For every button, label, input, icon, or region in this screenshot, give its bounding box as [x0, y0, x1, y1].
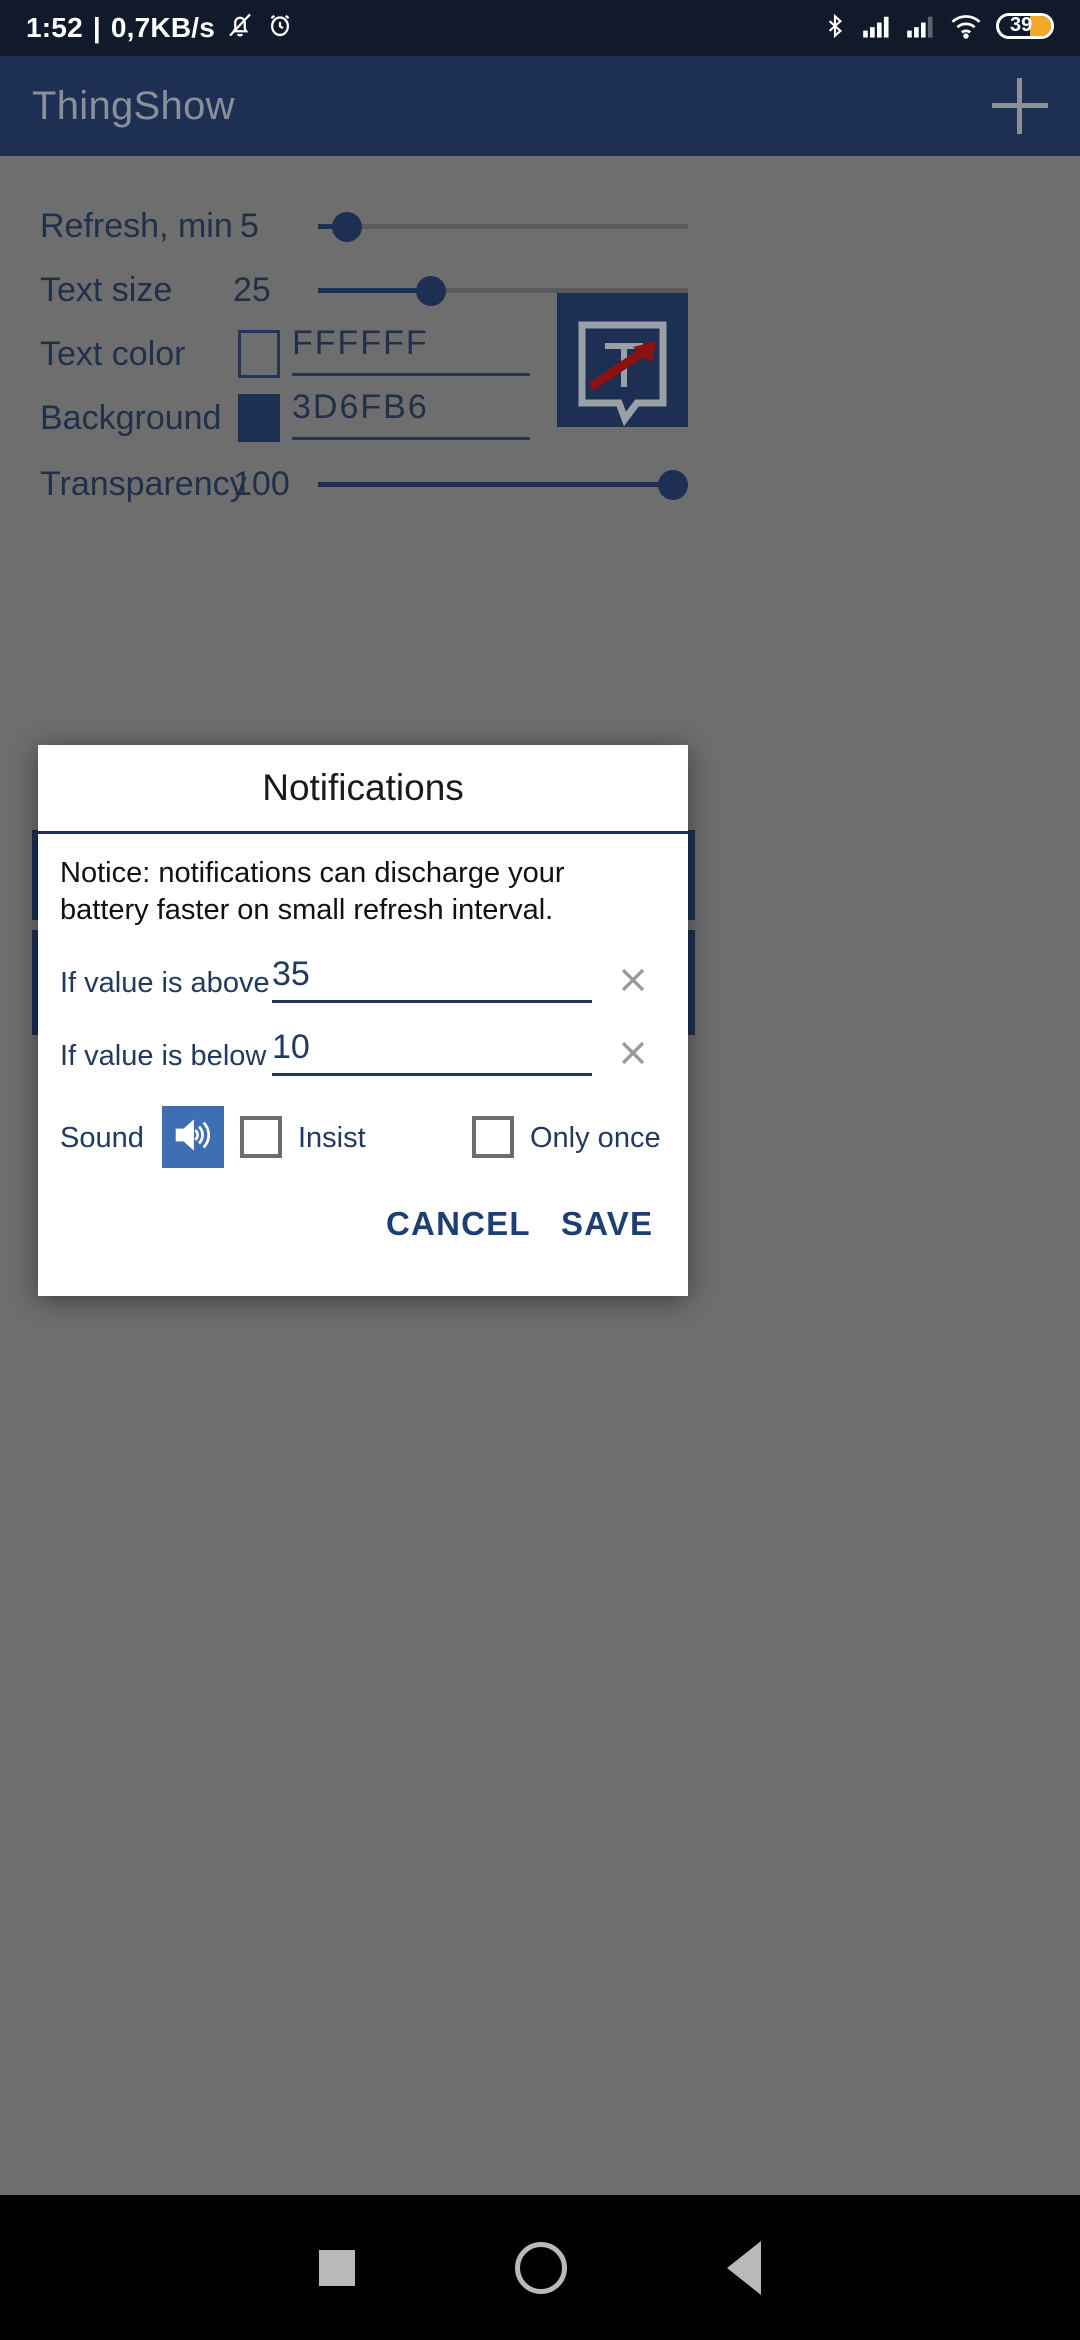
clear-icon[interactable] [616, 1036, 650, 1070]
signal-icon [906, 13, 936, 44]
alarm-icon [265, 10, 295, 47]
dialog-controls-row: Sound Insist Only once [60, 1106, 670, 1168]
background-color-swatch[interactable] [238, 394, 280, 442]
save-button[interactable]: SAVE [561, 1205, 653, 1243]
bell-muted-icon [225, 10, 255, 47]
dialog-actions: CANCEL SAVE [38, 1205, 688, 1275]
battery-icon: 39 [996, 11, 1054, 46]
threshold-above-input[interactable]: 35 [272, 955, 592, 1003]
speaker-icon [170, 1115, 216, 1160]
setting-row-refresh[interactable]: Refresh, min 5 [0, 196, 1080, 256]
setting-label-textsize: Text size [40, 270, 173, 309]
dialog-title: Notifications [262, 767, 464, 808]
sound-label: Sound [60, 1122, 144, 1154]
signal-icon [862, 13, 892, 44]
insist-checkbox[interactable] [240, 1116, 282, 1158]
page-title: ThingShow [32, 83, 235, 128]
transparency-slider-thumb[interactable] [658, 470, 688, 500]
status-netspeed: 0,7KB/s [110, 12, 216, 43]
refresh-slider-thumb[interactable] [332, 212, 362, 242]
sound-toggle-button[interactable] [162, 1106, 224, 1168]
status-time: 1:52 [26, 12, 83, 43]
setting-value-textsize: 25 [233, 270, 271, 309]
setting-label-refresh: Refresh, min [40, 206, 233, 245]
text-color-swatch[interactable] [238, 330, 280, 378]
bluetooth-icon [822, 11, 848, 46]
notifications-dialog: Notifications Notice: notifications can … [38, 745, 688, 1296]
status-bar-left: 1:52 | 0,7KB/s [26, 10, 295, 47]
background-color-hex-field[interactable]: 3D6FB6 [292, 388, 530, 440]
back-triangle-icon[interactable] [727, 2240, 761, 2295]
transparency-slider[interactable] [318, 464, 688, 504]
setting-value-refresh: 5 [240, 206, 259, 245]
add-button[interactable] [992, 78, 1048, 134]
transparency-slider-fill [318, 482, 674, 487]
status-separator: | [92, 12, 101, 43]
app-bar: ThingShow [0, 56, 1080, 156]
setting-label-textcolor: Text color [40, 334, 186, 373]
textsize-slider-fill [318, 288, 431, 293]
cancel-button[interactable]: CANCEL [386, 1205, 531, 1243]
setting-row-textcolor[interactable]: Text color FFFFFF [0, 324, 1080, 384]
widget-preview-thumbnail[interactable] [557, 293, 688, 427]
refresh-slider[interactable] [318, 206, 688, 246]
status-bar-right: 39 [822, 11, 1054, 46]
dialog-divider [38, 831, 688, 834]
battery-level: 39 [1010, 13, 1033, 36]
setting-label-background: Background [40, 398, 222, 437]
field-label-below: If value is below [60, 1040, 267, 1072]
field-label-above: If value is above [60, 967, 270, 999]
setting-row-transparency[interactable]: Transparency 100 [0, 454, 1080, 514]
recents-square-icon[interactable] [319, 2249, 355, 2286]
field-row-below: If value is below 10 [60, 1028, 670, 1086]
setting-row-textsize[interactable]: Text size 25 [0, 260, 1080, 320]
dialog-notice-text: Notice: notifications can discharge your… [60, 857, 565, 927]
status-bar: 1:52 | 0,7KB/s 39 [0, 0, 1080, 56]
refresh-slider-track [318, 224, 688, 229]
home-circle-icon[interactable] [515, 2241, 567, 2294]
threshold-below-input[interactable]: 10 [272, 1028, 592, 1076]
only-once-checkbox[interactable] [472, 1116, 514, 1158]
setting-value-transparency: 100 [233, 464, 290, 503]
textsize-slider-thumb[interactable] [416, 276, 446, 306]
insist-label: Insist [298, 1122, 366, 1154]
wifi-icon [950, 13, 982, 44]
system-nav-bar [0, 2195, 1080, 2340]
text-color-hex-field[interactable]: FFFFFF [292, 324, 530, 376]
clear-icon[interactable] [616, 963, 650, 997]
only-once-label: Only once [530, 1122, 661, 1154]
setting-label-transparency: Transparency [40, 464, 247, 503]
setting-row-background[interactable]: Background 3D6FB6 [0, 388, 1080, 448]
field-row-above: If value is above 35 [60, 955, 670, 1013]
